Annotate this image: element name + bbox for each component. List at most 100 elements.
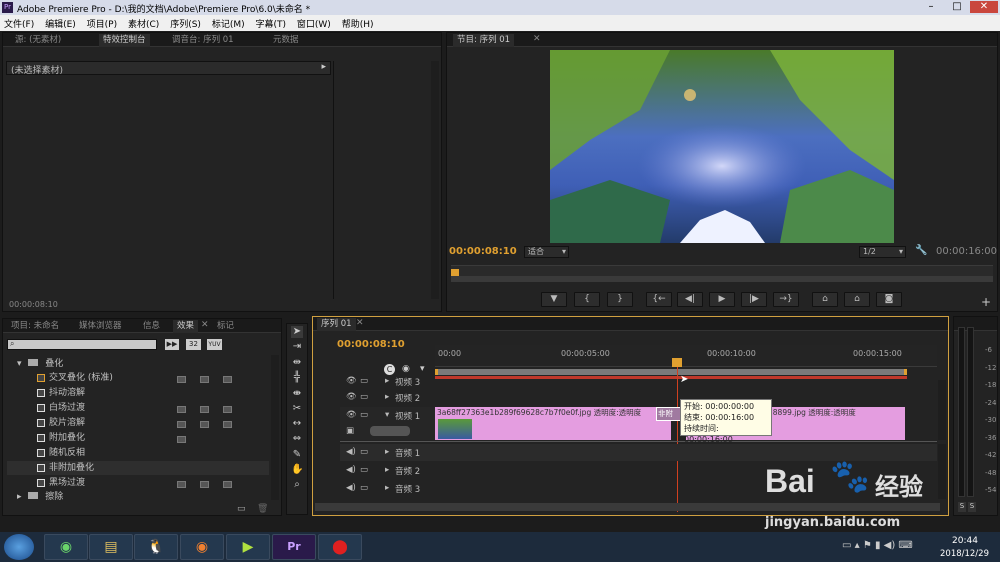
clip-1[interactable]: 3a68ff27363e1b289f69628c7b7f0e0f.jpg 透明度… [435, 407, 671, 440]
taskbar-media-icon[interactable]: ▶ [226, 534, 270, 560]
tab-close-icon[interactable]: ✕ [356, 318, 364, 328]
solo-right-button[interactable]: S [968, 502, 976, 512]
track-video1[interactable]: 👁 ▭ ▾ 视频 1 ▣ [340, 407, 435, 440]
clock-date[interactable]: 2018/12/29 [940, 549, 989, 559]
tab-sequence[interactable]: 序列 01 [317, 318, 356, 331]
folder-wipe[interactable]: ▸ 擦除 [7, 490, 269, 504]
taskbar-qq-icon[interactable]: 🐧 [134, 534, 178, 560]
menu-sequence[interactable]: 序列(S) [166, 15, 205, 32]
taskbar-browser-icon[interactable]: ◉ [44, 534, 88, 560]
expand-arrow-icon[interactable]: ▸ [385, 465, 389, 475]
work-area-bar[interactable] [435, 369, 907, 375]
menu-help[interactable]: 帮助(H) [338, 15, 378, 32]
razor-tool-icon[interactable]: ✂ [291, 403, 303, 415]
timeline-vscroll[interactable] [938, 380, 946, 440]
resolution-dropdown[interactable]: 1/2 ▾ [859, 246, 906, 258]
zoom-bar[interactable] [451, 276, 993, 282]
program-current-timecode[interactable]: 00:00:08:10 [449, 246, 517, 257]
speaker-icon[interactable]: ◀) [346, 447, 356, 457]
taskbar-explorer-icon[interactable]: ▤ [89, 534, 133, 560]
track-audio2[interactable]: ◀) ▭ ▸ 音频 2 [340, 462, 435, 479]
program-scrubber[interactable] [451, 265, 993, 282]
effect-additive-dissolve[interactable]: 附加叠化 [7, 431, 269, 445]
tab-effect-controls[interactable]: 特效控制台 [99, 34, 150, 47]
export-frame-button[interactable]: ◙ [876, 292, 902, 307]
close-button[interactable]: ✕ [970, 1, 998, 13]
mark-in-button[interactable]: { [574, 292, 600, 307]
track-video2[interactable]: 👁 ▭ ▸ 视频 2 [340, 389, 435, 406]
track-audio1[interactable]: ◀) ▭ ▸ 音频 1 [340, 444, 435, 461]
yuv-effects-icon[interactable]: YUV [207, 339, 222, 350]
tab-metadata[interactable]: 元数据 [269, 34, 303, 47]
add-button-icon[interactable]: + [981, 295, 991, 309]
slide-tool-icon[interactable]: ⇔ [291, 433, 303, 445]
menu-marker[interactable]: 标记(M) [208, 15, 249, 32]
menu-edit[interactable]: 编辑(E) [41, 15, 80, 32]
tab-media-browser[interactable]: 媒体浏览器 [75, 320, 126, 333]
menu-file[interactable]: 文件(F) [0, 15, 38, 32]
playhead-icon[interactable] [451, 269, 459, 276]
new-bin-icon[interactable]: ▭ [237, 504, 246, 514]
speaker-icon[interactable]: ◀) [346, 483, 356, 493]
minimize-button[interactable]: – [918, 1, 944, 13]
expand-arrow-icon[interactable]: ▸ [385, 483, 389, 493]
rate-stretch-tool-icon[interactable]: ⇼ [291, 388, 303, 400]
play-button[interactable]: ▶ [709, 292, 735, 307]
lock-icon[interactable]: ▭ [360, 376, 368, 386]
tab-program[interactable]: 节目: 序列 01 [453, 34, 515, 47]
step-back-button[interactable]: ◀| [677, 292, 703, 307]
effect-random-invert[interactable]: 随机反相 [7, 446, 269, 460]
tab-effects[interactable]: 效果 [173, 320, 199, 333]
tab-audio-mixer[interactable]: 调音台: 序列 01 [168, 34, 238, 47]
hand-tool-icon[interactable]: ✋ [291, 464, 303, 476]
eye-icon[interactable]: 👁 [346, 392, 357, 402]
zoom-tool-icon[interactable]: ⌕ [291, 479, 303, 491]
go-to-out-button[interactable]: →} [773, 292, 799, 307]
lock-icon[interactable]: ▭ [360, 483, 368, 493]
ripple-edit-tool-icon[interactable]: ⇹ [291, 357, 303, 369]
expand-arrow-icon[interactable]: ▸ [385, 392, 389, 402]
start-button[interactable] [4, 534, 34, 560]
taskbar-recorder-icon[interactable]: ⬤ [318, 534, 362, 560]
accelerated-effects-icon[interactable]: ▶▶ [165, 339, 179, 350]
timeline-playhead[interactable] [677, 360, 678, 512]
timeline-timecode[interactable]: 00:00:08:10 [337, 339, 405, 350]
effect-non-additive-dissolve[interactable]: 非附加叠化 [7, 461, 269, 475]
taskbar-firefox-icon[interactable]: ◉ [180, 534, 224, 560]
eye-icon[interactable]: 👁 [346, 410, 357, 420]
effect-dither-dissolve[interactable]: 抖动溶解 [7, 386, 269, 400]
lock-icon[interactable]: ▭ [360, 410, 368, 420]
expand-arrow-icon[interactable]: ▸ [385, 447, 389, 457]
tab-close-icon[interactable]: ✕ [533, 34, 541, 44]
effects-search-input[interactable]: ⌕ [7, 339, 157, 350]
lock-icon[interactable]: ▭ [360, 447, 368, 457]
keyframe-toggle-icon[interactable]: ▣ [346, 426, 354, 436]
extract-button[interactable]: ⌂ [844, 292, 870, 307]
expand-arrow-icon[interactable]: ▾ [385, 410, 389, 420]
tab-source[interactable]: 源: (无素材) [11, 34, 65, 47]
folder-dissolve[interactable]: ▾ 叠化 [7, 357, 269, 371]
pen-tool-icon[interactable]: ✎ [291, 449, 303, 461]
taskbar-premiere-icon[interactable]: Pr [272, 534, 316, 560]
maximize-button[interactable]: □ [944, 1, 970, 13]
track-video3[interactable]: 👁 ▭ ▸ 视频 3 [340, 373, 435, 390]
menu-title[interactable]: 字幕(T) [251, 15, 290, 32]
clock-time[interactable]: 20:44 [952, 536, 978, 546]
track-select-tool-icon[interactable]: ⇥ [291, 341, 303, 353]
menu-project[interactable]: 项目(P) [83, 15, 121, 32]
tab-info[interactable]: 信息 [139, 320, 164, 333]
mark-out-button[interactable]: } [607, 292, 633, 307]
lift-button[interactable]: ⌂ [812, 292, 838, 307]
32bit-effects-icon[interactable]: 32 [186, 339, 201, 350]
keyframe-nav-icon[interactable] [370, 426, 410, 436]
selection-tool-icon[interactable]: ➤ [291, 326, 303, 338]
scrollbar[interactable] [431, 61, 439, 299]
track-audio3[interactable]: ◀) ▭ ▸ 音频 3 [340, 480, 435, 497]
delete-icon[interactable]: 🗑 [257, 504, 268, 514]
playhead-icon[interactable] [672, 358, 682, 367]
effects-scrollbar[interactable] [271, 355, 279, 500]
slip-tool-icon[interactable]: ↔ [291, 418, 303, 430]
tab-close-icon[interactable]: ✕ [201, 320, 209, 330]
fit-dropdown[interactable]: 适合 ▾ [524, 246, 569, 258]
tab-project[interactable]: 项目: 未命名 [7, 320, 63, 333]
